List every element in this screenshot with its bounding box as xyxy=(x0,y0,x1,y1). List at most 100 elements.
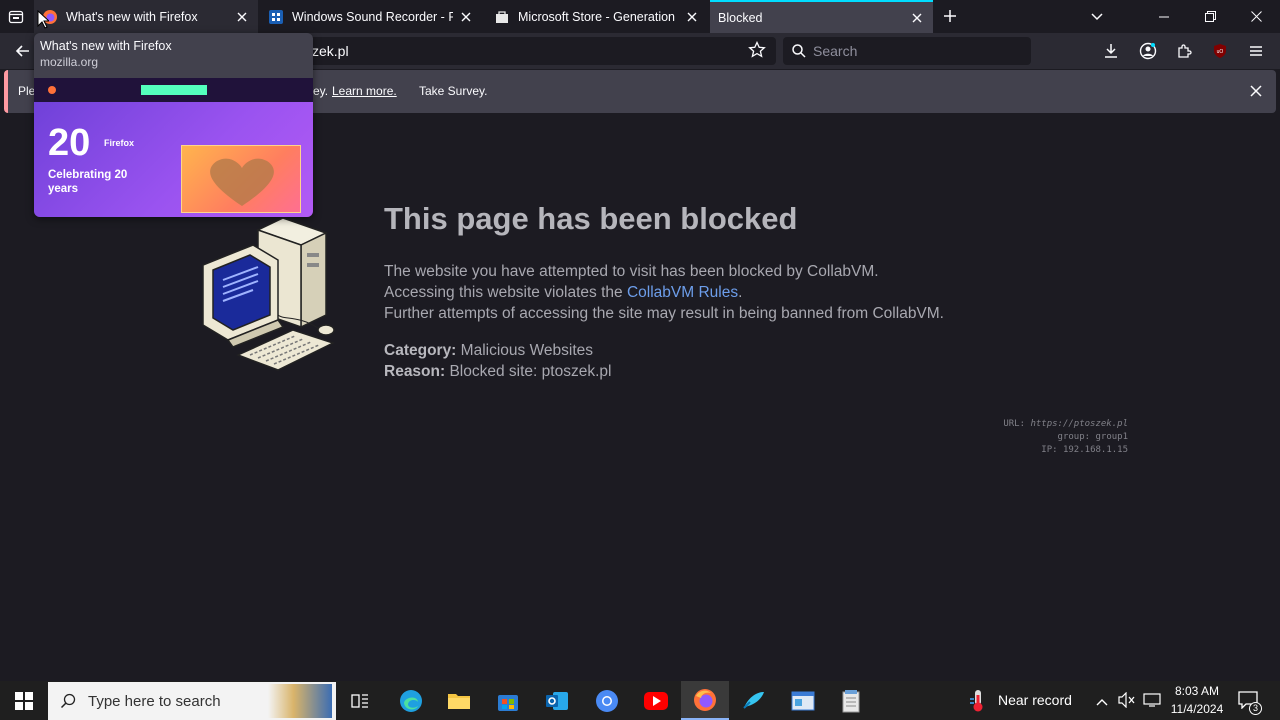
reason-label: Reason: xyxy=(384,363,446,380)
rules-suffix: . xyxy=(738,284,743,301)
minimize-icon xyxy=(1159,16,1169,17)
retro-computer-illustration xyxy=(202,217,335,371)
close-tab-icon[interactable] xyxy=(683,8,701,26)
back-button[interactable] xyxy=(13,41,33,61)
new-tab-button[interactable] xyxy=(940,6,960,26)
take-survey-button[interactable]: Take Survey. xyxy=(419,84,487,98)
app-taskbar-button[interactable] xyxy=(730,681,778,720)
clock-time[interactable]: 8:03 AM xyxy=(1164,684,1230,698)
chevron-up-icon[interactable] xyxy=(1096,693,1108,711)
tab-preview-popup: What's new with Firefox mozilla.org 20 F… xyxy=(34,33,313,217)
file-explorer-taskbar-button[interactable] xyxy=(435,681,483,720)
blocked-message-line3: Further attempts of accessing the site m… xyxy=(384,305,944,322)
firefox-logo-icon xyxy=(48,86,56,94)
search-icon xyxy=(792,44,806,63)
close-notification-button[interactable] xyxy=(1246,81,1266,101)
task-view-icon xyxy=(351,693,368,708)
outlook-taskbar-button[interactable] xyxy=(533,681,581,720)
task-view-button[interactable] xyxy=(336,681,384,720)
ublock-icon: uO xyxy=(1214,44,1226,58)
learn-more-link[interactable]: Learn more. xyxy=(332,84,397,98)
ublock-button[interactable]: uO xyxy=(1210,41,1230,61)
close-icon xyxy=(1250,85,1262,97)
list-all-tabs-button[interactable] xyxy=(1074,0,1120,33)
close-icon xyxy=(1250,11,1262,22)
reason-line: Reason: Blocked site: ptoszek.pl xyxy=(384,361,611,382)
meta-ip: IP: 192.168.1.15 xyxy=(1041,445,1128,455)
tab-blocked[interactable]: Blocked xyxy=(710,0,933,33)
search-placeholder: Search xyxy=(813,43,858,59)
youtube-icon xyxy=(644,691,668,710)
menu-button[interactable] xyxy=(1246,41,1266,61)
store-icon xyxy=(498,694,518,711)
tab-title: Blocked xyxy=(718,10,763,25)
firefox-view-button[interactable] xyxy=(5,6,27,28)
download-icon xyxy=(1105,44,1117,58)
clock-date[interactable]: 11/4/2024 xyxy=(1164,702,1230,716)
mouse-cursor-icon xyxy=(37,10,49,29)
outlook-icon xyxy=(546,691,568,710)
weather-text[interactable]: Near record xyxy=(998,692,1072,708)
tab-title: What's new with Firefox xyxy=(66,9,198,24)
minimize-button[interactable] xyxy=(1141,0,1187,33)
chromium-icon xyxy=(596,689,618,712)
notification-count-badge: 3 xyxy=(1249,702,1262,715)
notepad-taskbar-button[interactable] xyxy=(827,681,875,720)
category-line: Category: Malicious Websites xyxy=(384,340,593,361)
meta-url-value: https://ptoszek.pl xyxy=(1030,419,1128,429)
restore-button[interactable] xyxy=(1187,0,1233,33)
url-text: zek.pl xyxy=(312,43,349,59)
firefox-icon xyxy=(694,688,716,711)
preview-domain: mozilla.org xyxy=(40,55,99,69)
restore-icon xyxy=(1204,11,1216,22)
close-window-button[interactable] xyxy=(1233,0,1279,33)
plus-icon xyxy=(944,10,956,22)
search-placeholder: Type here to search xyxy=(88,693,221,710)
tab-strip: What's new with Firefox Windows Sound Re… xyxy=(0,0,1280,33)
collabvm-rules-link[interactable]: CollabVM Rules xyxy=(627,284,738,301)
notification-text-start: Ple xyxy=(18,84,36,98)
close-tab-icon[interactable] xyxy=(457,8,475,26)
firefox-view-icon xyxy=(8,10,24,24)
category-value: Malicious Websites xyxy=(460,342,594,359)
hamburger-icon xyxy=(1250,46,1262,56)
start-button[interactable] xyxy=(0,681,48,720)
bookmark-star-icon[interactable] xyxy=(748,40,766,64)
thumbnail-brand: Firefox xyxy=(104,138,135,148)
meta-url: URL: https://ptoszek.pl xyxy=(980,418,1128,431)
store-taskbar-button[interactable] xyxy=(484,681,532,720)
network-icon[interactable] xyxy=(1143,692,1161,713)
account-button[interactable] xyxy=(1138,41,1158,61)
extensions-button[interactable] xyxy=(1174,41,1194,61)
search-bar[interactable]: Search xyxy=(783,37,1031,65)
youtube-taskbar-button[interactable] xyxy=(632,681,680,720)
anniversary-number: 20 xyxy=(48,122,91,164)
close-tab-icon[interactable] xyxy=(908,9,926,27)
tab-title: Windows Sound Recorder - Free xyxy=(292,9,453,24)
firefox-taskbar-button[interactable] xyxy=(681,681,729,720)
preview-thumbnail: 20 Firefox Celebrating 20 years xyxy=(34,78,313,217)
thermometer-icon xyxy=(968,689,988,718)
close-tab-icon[interactable] xyxy=(233,8,251,26)
tab-sound-recorder[interactable]: Windows Sound Recorder - Free xyxy=(260,0,482,33)
meta-group: group: group1 xyxy=(1057,432,1128,442)
rules-prefix: Accessing this website violates the xyxy=(384,284,627,301)
downloads-button[interactable] xyxy=(1101,41,1121,61)
chromium-taskbar-button[interactable] xyxy=(583,681,631,720)
thumbnail-header xyxy=(34,78,313,102)
meta-url-label: URL: xyxy=(1003,419,1026,429)
control-panel-taskbar-button[interactable] xyxy=(779,681,827,720)
notepad-icon xyxy=(842,689,860,712)
speaker-muted-icon[interactable] xyxy=(1118,691,1136,713)
search-icon xyxy=(60,693,76,714)
windows-logo-icon xyxy=(15,691,33,710)
preview-title: What's new with Firefox xyxy=(40,39,172,53)
blocked-message-line1: The website you have attempted to visit … xyxy=(384,263,879,280)
tab-microsoft-store[interactable]: Microsoft Store - Generation Pr xyxy=(486,0,708,33)
tab-whats-new[interactable]: What's new with Firefox xyxy=(34,0,258,33)
category-label: Category: xyxy=(384,342,457,359)
taskbar-search-box[interactable]: Type here to search xyxy=(48,682,336,720)
edge-taskbar-button[interactable] xyxy=(387,681,435,720)
sound-recorder-favicon xyxy=(268,9,284,25)
windows-taskbar: Type here to search Near record 8:03 AM … xyxy=(0,681,1280,720)
